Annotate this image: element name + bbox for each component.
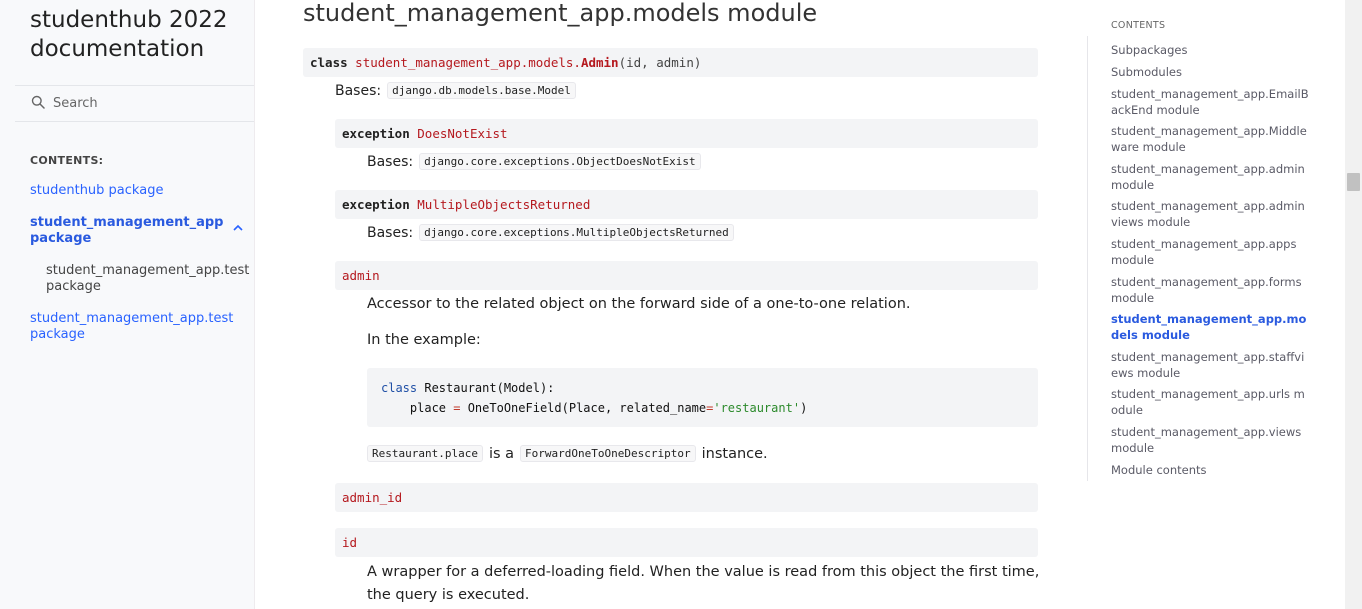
class-keyword: class [310, 55, 348, 70]
attribute-name: admin_id [342, 490, 403, 505]
toc-link-adminviews-module[interactable]: student_management_app.adminviews module [1111, 199, 1311, 230]
toc-caption: CONTENTS [1111, 20, 1166, 31]
code-text: OneToOneField(Place, related_name [460, 401, 707, 415]
nav-link-test-package[interactable]: student_management_app.test package [30, 311, 240, 343]
nav-link-studenthub-package[interactable]: studenthub package [30, 183, 240, 199]
class-bases: Bases: django.db.models.base.Model [335, 82, 576, 99]
nav-link-label-line-2: package [30, 327, 85, 342]
instance-text: is a [488, 445, 515, 462]
admin-description: Accessor to the related object on the fo… [367, 296, 911, 312]
nav-link-student-management-app-package[interactable]: student_management_app package [30, 215, 224, 247]
nav-link-label-line-1: student_management_app.test [30, 311, 234, 326]
toc-link-module-contents[interactable]: Module contents [1111, 463, 1311, 479]
search-box [15, 85, 254, 122]
code-text: place [381, 401, 454, 415]
code-line-2: place = OneToOneField(Place, related_nam… [381, 398, 1024, 418]
code-text: ) [800, 401, 808, 415]
toc-link-emailbackend-module[interactable]: student_management_app.EmailBackEnd modu… [1111, 87, 1311, 118]
instance-text-end: instance. [701, 445, 768, 462]
class-params: (id, admin) [618, 55, 702, 70]
exception-keyword: exception [342, 126, 410, 141]
toc-link-admin-module[interactable]: student_management_app.admin module [1111, 162, 1311, 193]
search-input[interactable] [53, 96, 233, 111]
attribute-signature-id: id [335, 528, 1038, 557]
toc-link-urls-module[interactable]: student_management_app.urls module [1111, 387, 1311, 418]
exception-signature-multiple-objects-returned: exception MultipleObjectsReturned [335, 190, 1038, 219]
toc-link-subpackages[interactable]: Subpackages [1111, 43, 1311, 59]
brand-title[interactable]: studenthub 2022 documentation [30, 6, 250, 64]
bases-code: django.core.exceptions.MultipleObjectsRe… [419, 224, 734, 241]
inline-code-descriptor: ForwardOneToOneDescriptor [520, 445, 696, 462]
nav-link-label-line-2: package [30, 231, 92, 246]
page-scrollbar[interactable] [1345, 0, 1362, 609]
example-intro: In the example: [367, 332, 481, 348]
id-description-line-1: A wrapper for a deferred-loading field. … [367, 564, 1040, 580]
toc-link-forms-module[interactable]: student_management_app.forms module [1111, 275, 1311, 306]
toc-link-staffviews-module[interactable]: student_management_app.staffviews module [1111, 350, 1311, 381]
nav-link-test-package-sub[interactable]: student_management_app.test package [46, 263, 250, 295]
attribute-name: admin [342, 268, 380, 283]
code-text: Restaurant(Model): [417, 381, 555, 395]
toc-link-submodules[interactable]: Submodules [1111, 65, 1311, 81]
bases-code: django.core.exceptions.ObjectDoesNotExis… [419, 153, 701, 170]
multiple-objects-bases: Bases: django.core.exceptions.MultipleOb… [367, 224, 734, 241]
nav-link-label-line-1: student_management_app [30, 215, 224, 230]
nav-link-label: studenthub package [30, 183, 164, 198]
contents-caption: CONTENTS: [30, 154, 104, 167]
attribute-signature-admin: admin [335, 261, 1038, 290]
bases-label: Bases: [335, 82, 382, 99]
class-name: Admin [580, 55, 619, 70]
scrollbar-thumb[interactable] [1347, 173, 1360, 191]
toc-link-views-module[interactable]: student_management_app.views module [1111, 425, 1311, 456]
page-title: student_management_app.models module [303, 0, 818, 27]
exception-signature-does-not-exist: exception DoesNotExist [335, 119, 1038, 148]
inline-code-restaurant-place: Restaurant.place [367, 445, 483, 462]
toc-link-middleware-module[interactable]: student_management_app.Middleware module [1111, 124, 1311, 155]
toc-link-apps-module[interactable]: student_management_app.apps module [1111, 237, 1311, 268]
exception-name: DoesNotExist [417, 126, 508, 141]
bases-label: Bases: [367, 153, 414, 170]
code-line-1: class Restaurant(Model): [381, 378, 1024, 398]
brand-line-2[interactable]: documentation [30, 35, 250, 64]
sidebar: studenthub 2022 documentation CONTENTS: … [0, 0, 255, 609]
exception-keyword: exception [342, 197, 410, 212]
code-keyword: class [381, 381, 418, 395]
bases-code: django.db.models.base.Model [387, 82, 576, 99]
instance-line: Restaurant.place is a ForwardOneToOneDes… [367, 445, 768, 462]
attribute-signature-admin-id: admin_id [335, 483, 1038, 512]
class-signature: class student_management_app.models. Admi… [303, 48, 1038, 77]
search-icon [31, 94, 53, 113]
code-example: class Restaurant(Model): place = OneToOn… [367, 368, 1038, 427]
nav-link-label-line-1: student_management_app.test [46, 263, 250, 278]
nav-link-label-line-2: package [46, 279, 101, 294]
code-string: 'restaurant' [713, 401, 801, 415]
attribute-name: id [342, 535, 358, 550]
brand-line-1[interactable]: studenthub 2022 [30, 6, 250, 35]
chevron-up-icon[interactable] [232, 219, 244, 231]
exception-name: MultipleObjectsReturned [417, 197, 591, 212]
bases-label: Bases: [367, 224, 414, 241]
toc-link-models-module[interactable]: student_management_app.models module [1111, 312, 1311, 343]
class-prefix: student_management_app.models. [355, 55, 581, 70]
id-description-line-2: the query is executed. [367, 587, 530, 603]
main-content: student_management_app.models module cla… [255, 0, 1085, 609]
does-not-exist-bases: Bases: django.core.exceptions.ObjectDoes… [367, 153, 701, 170]
